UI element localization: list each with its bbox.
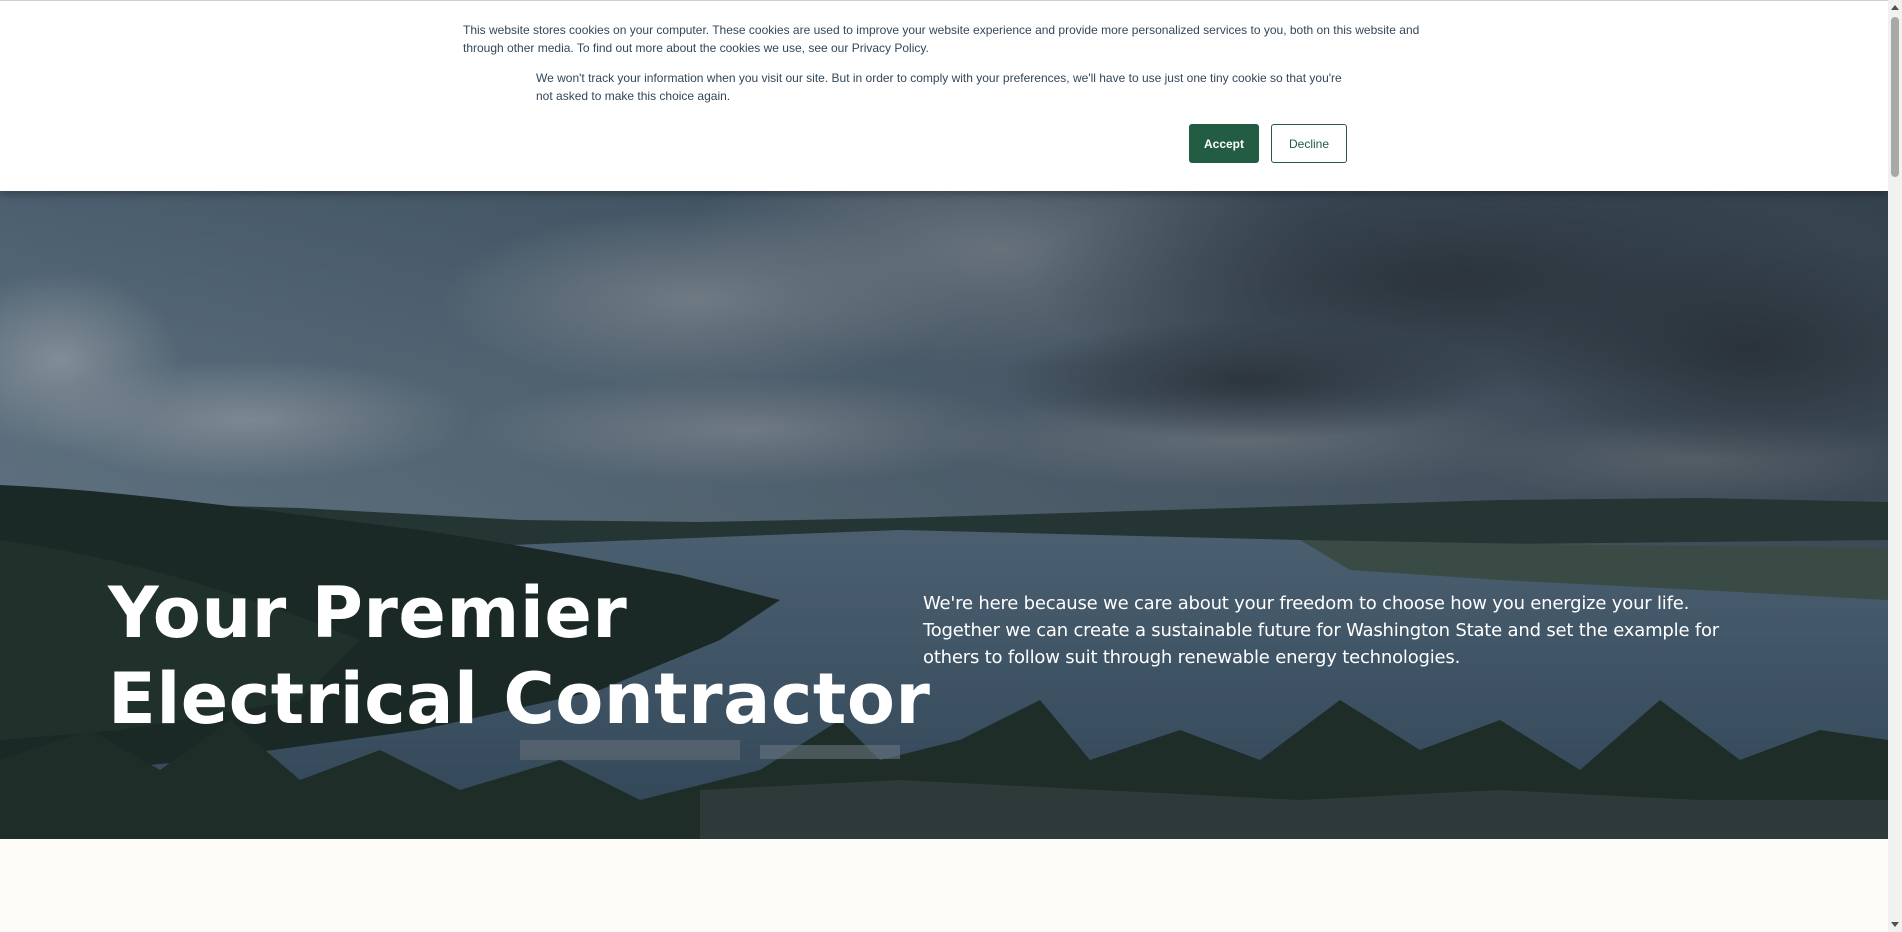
privacy-policy-link[interactable]: Privacy Policy (852, 41, 926, 55)
hero-title: Your Premier Electrical Contractor (108, 570, 931, 742)
cookie-main-text-body: This website stores cookies on your comp… (463, 23, 1420, 55)
cookie-main-text-end: . (925, 41, 929, 55)
hero-description: We're here because we care about your fr… (923, 593, 1719, 668)
accept-button[interactable]: Accept (1189, 124, 1259, 163)
scrollbar-thumb[interactable] (1891, 17, 1899, 177)
scroll-up-arrow-icon[interactable] (1891, 5, 1899, 10)
vertical-scrollbar[interactable] (1888, 0, 1902, 932)
content-section (0, 839, 1888, 932)
cookie-main-text: This website stores cookies on your comp… (463, 21, 1428, 57)
cookie-consent-banner: This website stores cookies on your comp… (0, 0, 1888, 191)
decline-button[interactable]: Decline (1271, 124, 1347, 163)
cookie-secondary-text: We won't track your information when you… (536, 71, 1342, 103)
hero-title-line-2: Electrical Contractor (108, 658, 931, 740)
scroll-down-arrow-icon[interactable] (1891, 922, 1899, 927)
hero-title-line-1: Your Premier (108, 572, 628, 654)
page-viewport: Your Premier Electrical Contractor We're… (0, 0, 1888, 932)
